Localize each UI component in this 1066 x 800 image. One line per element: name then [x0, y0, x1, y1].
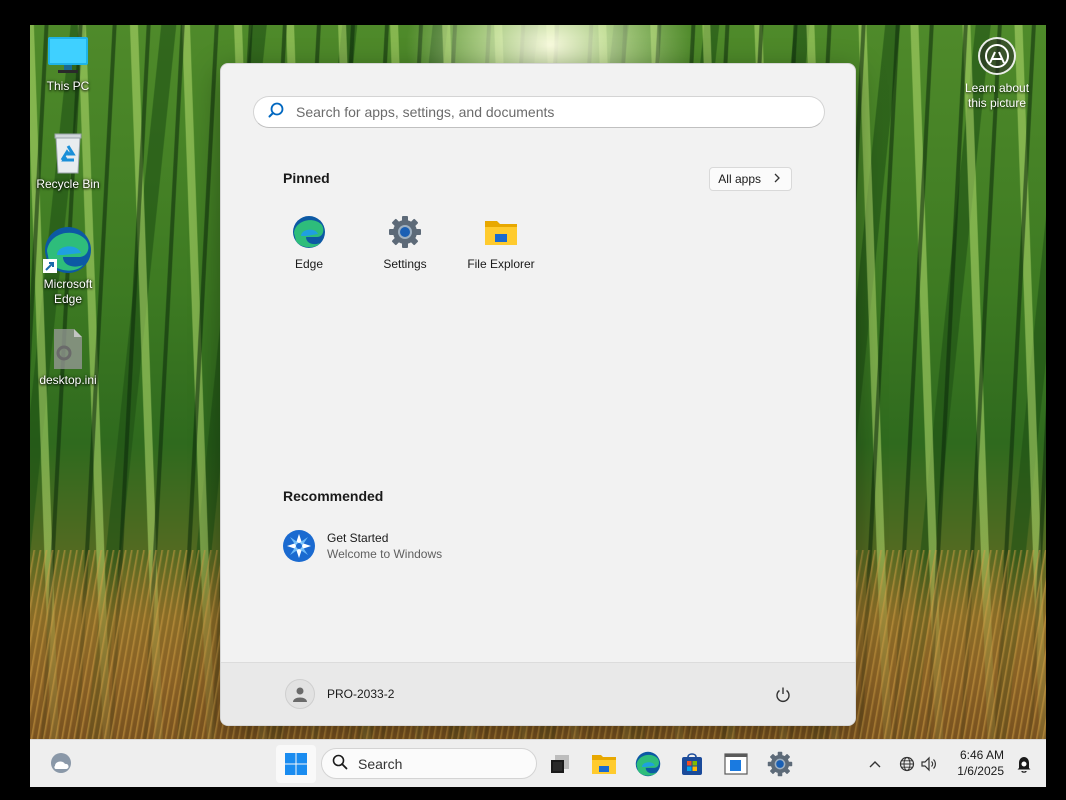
gear-icon [388, 215, 422, 249]
pinned-title: Pinned [283, 170, 330, 186]
user-account-button[interactable]: PRO-2033-2 [285, 679, 394, 709]
desktop-icon-recycle-bin[interactable]: Recycle Bin [30, 131, 106, 192]
task-view-icon [551, 755, 569, 773]
recommended-title: Recommended [283, 488, 384, 504]
file-explorer-icon [592, 755, 616, 774]
ini-file-icon [46, 327, 90, 371]
pinned-grid: Edge Settings File Explorer [261, 211, 549, 271]
avatar [285, 679, 315, 709]
taskbar-app[interactable] [720, 748, 752, 780]
pinned-app-label: Settings [383, 257, 427, 271]
settings-icon [767, 751, 793, 777]
desktop-icon-label: Recycle Bin [36, 177, 100, 191]
search-icon [268, 102, 284, 123]
pinned-app-label: Edge [294, 257, 324, 271]
desktop-icon-label: Microsoft Edge [43, 277, 93, 306]
all-apps-button[interactable]: All apps [709, 167, 792, 191]
monitor-icon [46, 33, 90, 77]
taskbar-store[interactable] [676, 748, 708, 780]
windows-logo-icon [285, 753, 307, 775]
clock-time: 6:46 AM [959, 748, 1004, 762]
desktop-icon-this-pc[interactable]: This PC [30, 33, 106, 94]
pinned-app-settings[interactable]: Settings [357, 211, 453, 271]
pinned-app-edge[interactable]: Edge [261, 211, 357, 271]
recommended-item-get-started[interactable]: Get Started Welcome to Windows [283, 530, 442, 562]
chevron-up-icon[interactable] [864, 760, 886, 768]
taskbar-settings[interactable] [764, 748, 796, 780]
taskbar-clock[interactable]: 6:46 AM 1/6/2025 [957, 747, 1004, 779]
folder-icon [484, 215, 518, 249]
task-view-button[interactable] [544, 748, 576, 780]
pinned-app-label: File Explorer [467, 257, 535, 271]
start-menu: Pinned All apps Edge [220, 63, 856, 726]
recycle-bin-icon [46, 131, 90, 175]
desktop-icon-desktop-ini[interactable]: desktop.ini [30, 327, 106, 388]
edge-icon [635, 751, 661, 777]
network-globe-icon[interactable] [896, 756, 918, 772]
widgets-weather-icon[interactable] [48, 750, 74, 776]
recommended-item-subtitle: Welcome to Windows [327, 546, 443, 561]
get-started-icon [283, 530, 315, 562]
clock-date: 1/6/2025 [957, 764, 1004, 778]
store-icon [682, 753, 702, 775]
learn-about-picture[interactable]: Learn about this picture [954, 37, 1040, 111]
app-icon [724, 753, 748, 775]
desktop-icon-microsoft-edge[interactable]: Microsoft Edge [30, 225, 106, 307]
learn-about-line2: this picture [967, 96, 1027, 110]
system-tray [864, 740, 940, 787]
user-icon [293, 687, 307, 702]
desktop-icon-label: desktop.ini [39, 373, 97, 387]
taskbar-edge[interactable] [632, 748, 664, 780]
power-icon [776, 687, 790, 702]
taskbar-search-box[interactable]: Search [321, 748, 537, 779]
camera-lens-icon [978, 37, 1016, 75]
chevron-right-icon [773, 172, 781, 186]
taskbar-search-label: Search [358, 755, 403, 772]
taskbar-file-explorer[interactable] [588, 748, 620, 780]
desktop-screen: This PC Recycle Bin Microsoft Edge deskt… [30, 25, 1046, 787]
start-footer: PRO-2033-2 [221, 662, 855, 725]
search-icon [332, 754, 348, 773]
start-button[interactable] [276, 745, 316, 783]
start-search-input[interactable] [296, 104, 796, 120]
learn-about-line1: Learn about [964, 81, 1030, 95]
desktop-icon-label: This PC [46, 79, 90, 93]
pinned-app-file-explorer[interactable]: File Explorer [453, 211, 549, 271]
start-search-box[interactable] [253, 96, 825, 128]
edge-icon [43, 225, 93, 275]
power-button[interactable] [771, 683, 795, 707]
volume-icon[interactable] [918, 756, 940, 772]
recommended-item-title: Get Started [327, 530, 389, 545]
recommended-item-text: Get Started Welcome to Windows [327, 531, 442, 562]
user-name: PRO-2033-2 [327, 687, 395, 701]
all-apps-label: All apps [718, 172, 761, 186]
edge-icon [292, 215, 326, 249]
notification-bell-icon[interactable] [1016, 755, 1032, 778]
taskbar: Search 6:46 AM 1/6/2025 [30, 739, 1046, 787]
